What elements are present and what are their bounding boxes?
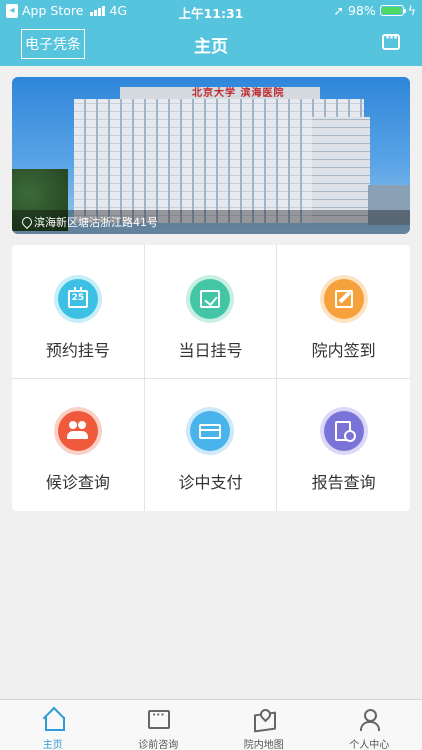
chat-icon xyxy=(147,708,171,730)
tab-label: 诊前咨询 xyxy=(138,740,179,750)
battery-label: 98% xyxy=(347,3,376,18)
address-bar: 滨海新区塘沽浙江路41号 xyxy=(12,210,410,234)
service-grid: 25 预约挂号 当日挂号 院内签到 候诊查询 诊中支付 报告查询 xyxy=(12,245,410,511)
top-bar: ◂ App Store 4G 上午11:31 ➚ 98% ϟ 电子凭条 主页 xyxy=(0,0,422,66)
tab-label: 院内地图 xyxy=(243,740,284,750)
service-icon-ring xyxy=(319,407,368,455)
home-icon xyxy=(42,708,65,731)
service-check-in[interactable]: 院内签到 xyxy=(277,245,410,379)
service-waiting-query[interactable]: 候诊查询 xyxy=(12,379,145,511)
header: 电子凭条 主页 xyxy=(0,22,422,66)
address-text: 滨海新区塘沽浙江路41号 xyxy=(34,216,158,229)
building-wing xyxy=(312,117,370,223)
location-pin-icon xyxy=(22,217,30,227)
charging-icon: ϟ xyxy=(407,3,416,18)
service-icon-ring xyxy=(186,407,235,455)
users-icon xyxy=(57,411,98,451)
page-title: 主页 xyxy=(194,37,228,57)
battery-icon xyxy=(379,5,406,16)
calendar-check-icon xyxy=(190,279,231,319)
tab-home[interactable]: 主页 xyxy=(0,700,106,750)
edit-icon xyxy=(323,279,364,319)
status-bar: ◂ App Store 4G 上午11:31 ➚ 98% ϟ xyxy=(0,0,422,22)
service-icon-ring: 25 xyxy=(53,275,102,323)
tab-hospital-map[interactable]: 院内地图 xyxy=(211,700,317,750)
tab-consultation[interactable]: 诊前咨询 xyxy=(106,700,212,750)
service-label: 预约挂号 xyxy=(45,341,110,360)
service-label: 候诊查询 xyxy=(45,473,110,492)
hospital-banner[interactable]: 北京大学 滨海医院 滨海新区塘沽浙江路41号 xyxy=(12,77,410,234)
card-icon xyxy=(190,411,231,451)
tab-label: 个人中心 xyxy=(349,740,390,750)
service-label: 诊中支付 xyxy=(178,473,243,492)
tab-label: 主页 xyxy=(42,740,63,750)
tab-profile[interactable]: 个人中心 xyxy=(317,700,422,750)
service-report-query[interactable]: 报告查询 xyxy=(277,379,410,511)
map-icon xyxy=(253,708,275,730)
status-right: ➚ 98% ϟ xyxy=(333,3,416,18)
battery-fill xyxy=(381,7,402,14)
tab-bar: 主页 诊前咨询 院内地图 个人中心 xyxy=(0,699,422,750)
service-label: 报告查询 xyxy=(311,473,376,492)
service-icon-ring xyxy=(319,275,368,323)
service-payment[interactable]: 诊中支付 xyxy=(145,379,278,511)
service-label: 院内签到 xyxy=(311,341,376,360)
user-icon xyxy=(358,708,381,731)
message-icon[interactable] xyxy=(382,31,400,50)
service-icon-ring xyxy=(186,275,235,323)
service-appointment[interactable]: 25 预约挂号 xyxy=(12,245,145,379)
service-icon-ring xyxy=(53,407,102,455)
service-label: 当日挂号 xyxy=(178,341,243,360)
calendar-icon: 25 xyxy=(57,279,98,319)
hospital-sign: 北京大学 滨海医院 xyxy=(192,88,285,99)
service-same-day-registration[interactable]: 当日挂号 xyxy=(144,245,278,379)
location-icon: ➚ xyxy=(333,3,344,18)
report-search-icon xyxy=(323,411,364,451)
